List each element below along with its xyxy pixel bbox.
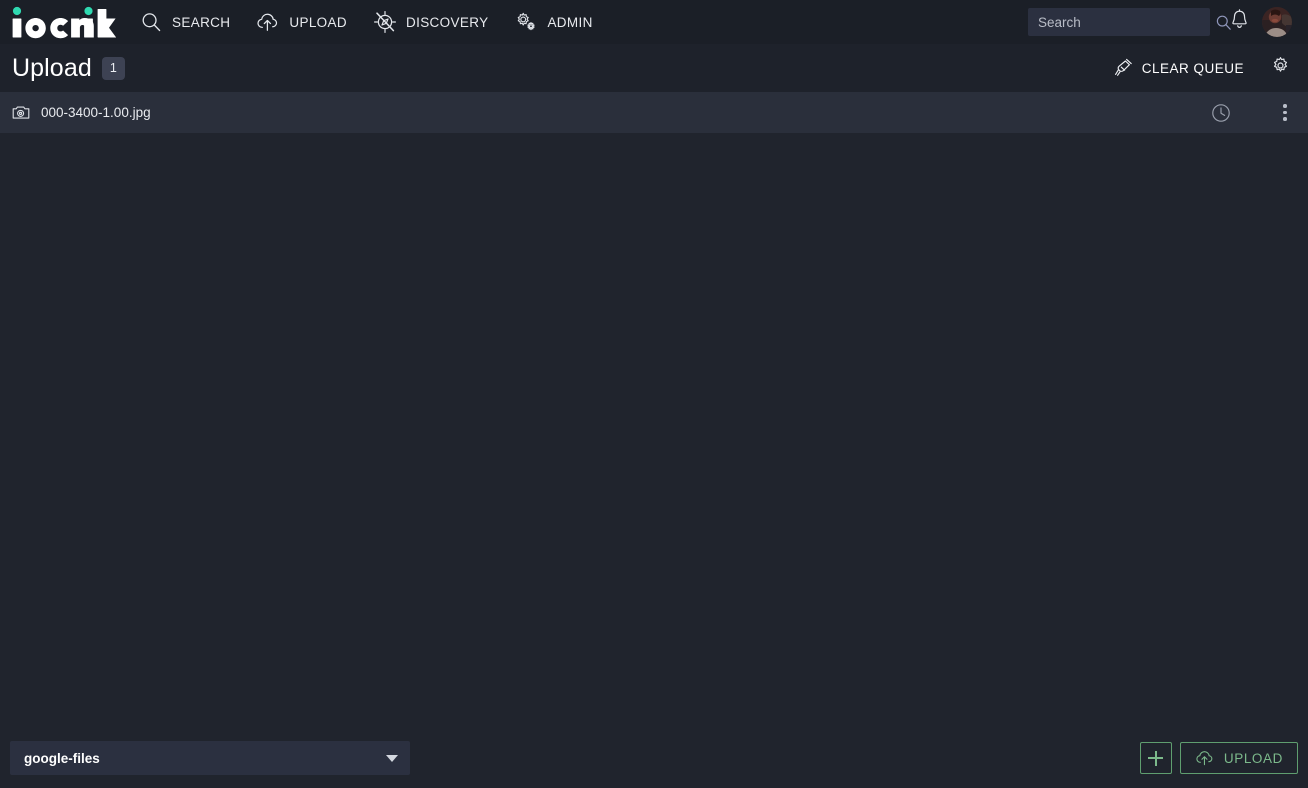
global-search-box[interactable] [1028, 8, 1231, 36]
nav-item-upload[interactable]: UPLOAD [243, 0, 360, 44]
upload-button[interactable]: UPLOAD [1179, 742, 1298, 774]
upload-button-label: UPLOAD [1223, 750, 1283, 766]
table-row[interactable]: 000-3400-1.00.jpg [0, 92, 1308, 134]
nav-item-label: DISCOVERY [406, 14, 489, 30]
nav-item-search[interactable]: SEARCH [126, 0, 243, 44]
kebab-dot [1283, 104, 1287, 108]
nav-item-label: SEARCH [172, 14, 231, 30]
nav-item-label: ADMIN [547, 14, 593, 30]
search-input[interactable] [1038, 9, 1215, 35]
file-name: 000-3400-1.00.jpg [41, 105, 151, 120]
gear-icon [1271, 56, 1290, 80]
compass-disabled-icon [373, 10, 397, 34]
upload-footer-bar: google-files UPLOAD [0, 732, 1308, 788]
chevron-down-icon [386, 754, 398, 762]
photo-camera-icon [12, 104, 30, 122]
file-row-right [1206, 98, 1298, 128]
notifications-button[interactable] [1222, 5, 1256, 39]
broom-icon [1114, 57, 1134, 80]
nav-item-label: UPLOAD [289, 14, 347, 30]
upload-page: SEARCH UPLOAD DISCOVERY ADMIN Search Upl… [0, 0, 1308, 788]
kebab-dot [1283, 117, 1287, 121]
queue-count-badge: 1 [101, 56, 125, 80]
clock-pending-icon [1206, 98, 1236, 128]
kebab-menu-icon[interactable] [1272, 98, 1298, 128]
nav-item-admin[interactable]: ADMIN [501, 0, 605, 44]
storage-select-value: google-files [24, 750, 100, 766]
header-actions: CLEAR QUEUE [1106, 51, 1296, 86]
plus-icon [1148, 750, 1164, 766]
page-title: Upload [12, 53, 92, 82]
search-icon [139, 10, 163, 34]
top-navigation-bar: SEARCH UPLOAD DISCOVERY ADMIN Search [0, 0, 1308, 44]
cloud-upload-icon [1195, 748, 1215, 768]
nav-item-discovery[interactable]: DISCOVERY [360, 0, 501, 44]
upload-queue-list: 000-3400-1.00.jpg [0, 92, 1308, 134]
file-row-left: 000-3400-1.00.jpg [12, 104, 151, 122]
page-header: Upload 1 CLEAR QUEUE [0, 44, 1308, 92]
primary-nav: SEARCH UPLOAD DISCOVERY ADMIN [126, 0, 606, 44]
clear-queue-label: CLEAR QUEUE [1141, 60, 1244, 76]
bell-icon [1230, 9, 1249, 35]
gears-icon [514, 10, 538, 34]
avatar[interactable] [1262, 7, 1292, 37]
cloud-upload-icon [256, 10, 280, 34]
kebab-dot [1283, 110, 1287, 115]
topbar-right-cluster [1028, 5, 1296, 39]
settings-button[interactable] [1264, 52, 1296, 84]
storage-select[interactable]: google-files [10, 741, 410, 775]
footer-actions: UPLOAD [1139, 742, 1298, 774]
clear-queue-button[interactable]: CLEAR QUEUE [1106, 51, 1252, 86]
upload-drop-area[interactable] [0, 134, 1308, 732]
add-files-button[interactable] [1139, 742, 1172, 774]
iconik-logo[interactable] [0, 0, 118, 44]
